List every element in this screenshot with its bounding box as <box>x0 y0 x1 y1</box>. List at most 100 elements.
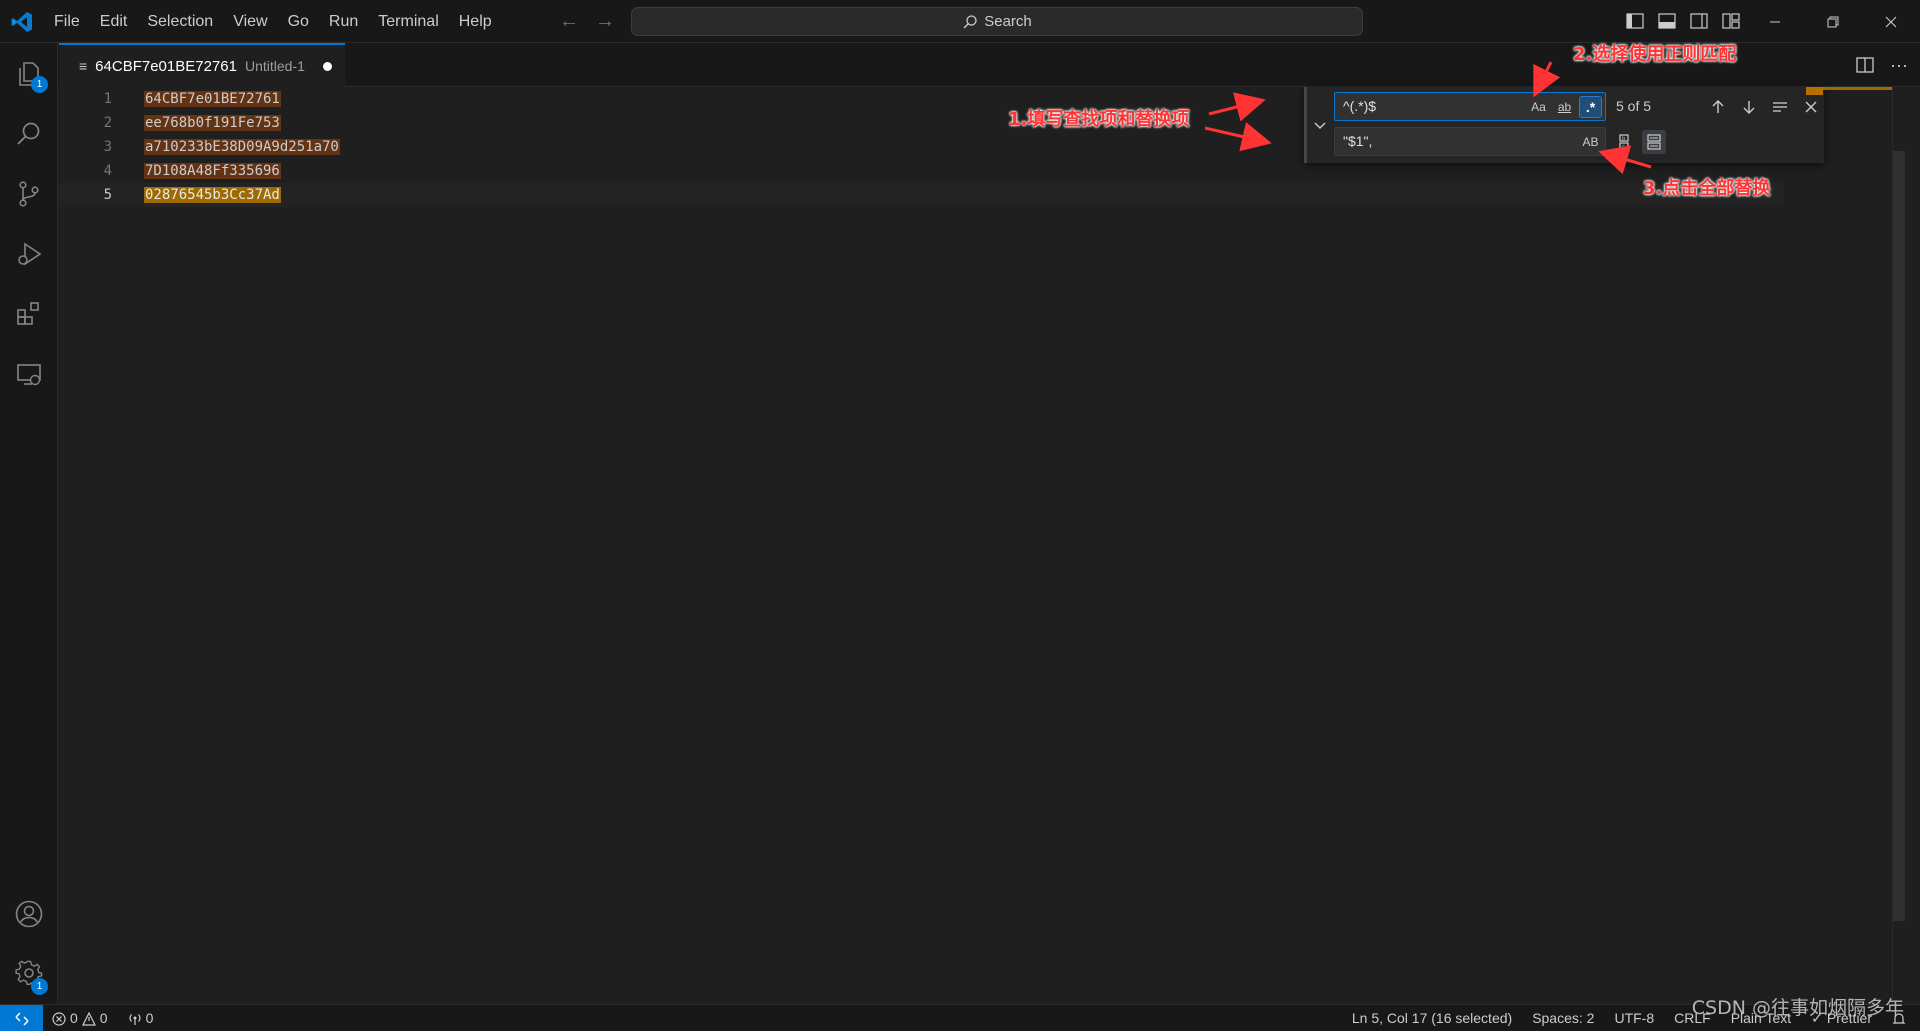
find-replace-widget: ^(.*)$ Aa ab .* 5 of 5 "$1", AB bc <box>1304 87 1824 163</box>
arrow-down-icon[interactable] <box>1736 94 1761 119</box>
tab-untitled-1[interactable]: ≡ 64CBF7e01BE72761 Untitled-1 <box>59 43 345 87</box>
run-debug-icon[interactable] <box>0 225 58 283</box>
find-input-value: ^(.*)$ <box>1343 98 1377 114</box>
current-find-match: 02876545b3Cc37Ad <box>144 187 281 203</box>
settings-badge: 1 <box>31 978 48 995</box>
cursor-position[interactable]: Ln 5, Col 17 (16 selected) <box>1352 1005 1512 1031</box>
code-line[interactable]: 02876545b3Cc37Ad <box>144 183 340 207</box>
problems-indicator[interactable]: 0 0 <box>52 1005 108 1031</box>
svg-text:b: b <box>1622 136 1625 142</box>
navigation-arrows: ← → <box>557 9 617 33</box>
tab-description: Untitled-1 <box>244 58 305 74</box>
close-window-icon[interactable] <box>1862 0 1920 43</box>
find-match: ee768b0f191Fe753 <box>144 115 281 131</box>
menu-edit[interactable]: Edit <box>90 0 138 43</box>
unsaved-dot-icon[interactable] <box>322 61 332 71</box>
menu-selection[interactable]: Selection <box>137 0 223 43</box>
ports-count: 0 <box>145 1010 154 1026</box>
code-line[interactable]: 64CBF7e01BE72761 <box>144 87 340 111</box>
annotation-step2: 2.选择使用正则匹配 <box>1573 44 1737 65</box>
replace-options: AB <box>1579 131 1602 153</box>
status-bar: 0 0 0 Ln 5, Col 17 (16 selected) Spaces:… <box>0 1004 1920 1031</box>
code-line[interactable]: ee768b0f191Fe753 <box>144 111 340 135</box>
find-match: 64CBF7e01BE72761 <box>144 91 281 107</box>
customize-layout-icon[interactable] <box>1718 8 1744 34</box>
replace-input[interactable]: "$1", AB <box>1334 127 1606 156</box>
error-count: 0 <box>70 1010 78 1026</box>
chevron-down-icon[interactable] <box>1311 111 1329 139</box>
arrow-right-icon[interactable]: → <box>593 9 617 33</box>
command-center-label: Search <box>984 13 1032 30</box>
line-number: 4 <box>103 163 112 179</box>
ports-indicator[interactable]: 0 <box>128 1005 154 1031</box>
line-number-gutter: 1 2 3 4 5 <box>58 87 142 207</box>
find-match: 7D108A48Ff335696 <box>144 163 281 179</box>
vscode-logo-icon <box>10 10 34 34</box>
minimize-icon[interactable] <box>1746 0 1804 43</box>
replace-input-value: "$1", <box>1343 133 1373 149</box>
error-icon <box>52 1011 66 1026</box>
find-match: a710233bE38D09A9d251a70 <box>144 139 340 155</box>
layout-controls <box>1622 8 1744 34</box>
manage-gear-icon[interactable]: 1 <box>0 944 58 1002</box>
toggle-secondary-sidebar-icon[interactable] <box>1686 8 1712 34</box>
activity-bar: 1 1 <box>0 43 58 1004</box>
split-editor-icon[interactable] <box>1852 52 1878 78</box>
find-input[interactable]: ^(.*)$ Aa ab .* <box>1334 92 1606 121</box>
whole-word-toggle[interactable]: ab <box>1553 96 1576 118</box>
code-line[interactable]: a710233bE38D09A9d251a70 <box>144 135 340 159</box>
menu-run[interactable]: Run <box>319 0 368 43</box>
overview-ruler <box>1806 87 1906 1004</box>
menu-file[interactable]: File <box>44 0 90 43</box>
line-number-active: 5 <box>103 187 112 203</box>
toggle-panel-icon[interactable] <box>1654 8 1680 34</box>
find-in-selection-icon[interactable] <box>1767 94 1792 119</box>
annotation-step1: 1.填写查找项和替换项 <box>1008 109 1190 130</box>
line-number: 1 <box>103 91 112 107</box>
minimap-line <box>1823 87 1893 90</box>
explorer-icon[interactable]: 1 <box>0 45 58 103</box>
line-number: 3 <box>103 139 112 155</box>
explorer-badge: 1 <box>31 76 48 93</box>
arrow-up-icon[interactable] <box>1705 94 1730 119</box>
search-view-icon[interactable] <box>0 105 58 163</box>
remote-indicator-icon[interactable] <box>0 1005 43 1031</box>
text-file-icon: ≡ <box>79 58 88 74</box>
toggle-primary-sidebar-icon[interactable] <box>1622 8 1648 34</box>
regex-toggle[interactable]: .* <box>1579 96 1602 118</box>
code-line[interactable]: 7D108A48Ff335696 <box>144 159 340 183</box>
match-case-toggle[interactable]: Aa <box>1527 96 1550 118</box>
menu-bar: File Edit Selection View Go Run Terminal… <box>44 0 502 43</box>
title-bar: File Edit Selection View Go Run Terminal… <box>0 0 1920 43</box>
menu-go[interactable]: Go <box>278 0 319 43</box>
code-lines[interactable]: 64CBF7e01BE72761 ee768b0f191Fe753 a71023… <box>144 87 340 207</box>
replace-all-icon[interactable] <box>1642 130 1666 154</box>
window-controls <box>1746 0 1920 43</box>
svg-text:c: c <box>1622 144 1625 150</box>
scrollbar-thumb[interactable] <box>1893 151 1905 921</box>
extensions-icon[interactable] <box>0 285 58 343</box>
find-options: Aa ab .* <box>1527 96 1602 118</box>
encoding[interactable]: UTF-8 <box>1614 1005 1654 1031</box>
editor-actions: ··· <box>1852 52 1912 78</box>
source-control-icon[interactable] <box>0 165 58 223</box>
replace-icon[interactable]: bc <box>1612 130 1636 154</box>
editor-area[interactable]: 1 2 3 4 5 64CBF7e01BE72761 ee768b0f191Fe… <box>58 87 1920 1004</box>
minimap-highlight <box>1806 87 1823 95</box>
annotation-step3: 3.点击全部替换 <box>1643 178 1771 199</box>
more-actions-icon[interactable]: ··· <box>1886 52 1912 78</box>
accounts-icon[interactable] <box>0 885 58 943</box>
restore-icon[interactable] <box>1804 0 1862 43</box>
tab-title: 64CBF7e01BE72761 <box>95 57 237 75</box>
menu-help[interactable]: Help <box>449 0 502 43</box>
preserve-case-toggle[interactable]: AB <box>1579 131 1602 153</box>
command-center-search[interactable]: Search <box>631 7 1363 36</box>
menu-terminal[interactable]: Terminal <box>368 0 448 43</box>
remote-explorer-icon[interactable] <box>0 345 58 403</box>
search-icon <box>963 14 977 28</box>
menu-view[interactable]: View <box>223 0 277 43</box>
indentation[interactable]: Spaces: 2 <box>1532 1005 1594 1031</box>
arrow-left-icon[interactable]: ← <box>557 9 581 33</box>
csdn-watermark: CSDN @往事如烟隔多年 <box>1691 997 1904 1019</box>
vertical-scrollbar[interactable] <box>1892 87 1906 1004</box>
